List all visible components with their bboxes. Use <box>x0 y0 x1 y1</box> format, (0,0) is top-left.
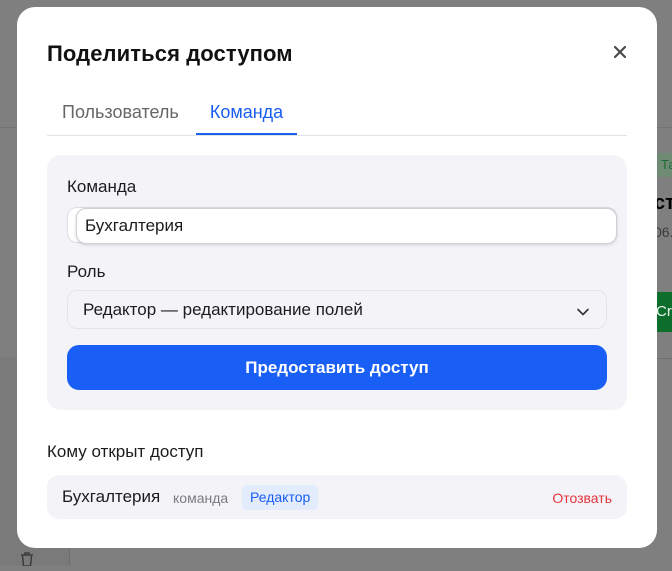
access-entry-type: команда <box>173 490 229 506</box>
chevron-down-icon <box>576 304 590 316</box>
team-input[interactable] <box>76 208 617 244</box>
access-entry-name: Бухгалтерия <box>62 487 161 506</box>
trash-icon <box>19 552 35 567</box>
role-select[interactable]: Редактор — редактирование полей <box>67 290 607 329</box>
team-label: Команда <box>67 177 137 196</box>
close-button[interactable] <box>609 43 631 65</box>
role-label: Роль <box>67 262 106 281</box>
access-list-item: Бухгалтерия команда Редактор Отозвать <box>47 475 627 519</box>
access-list-heading: Кому открыт доступ <box>47 442 204 461</box>
close-icon <box>613 45 627 63</box>
role-badge: Редактор <box>242 485 319 510</box>
tab-user[interactable]: Пользователь <box>47 95 187 135</box>
dialog-title: Поделиться доступом <box>47 41 293 66</box>
role-select-value: Редактор — редактирование полей <box>83 300 363 319</box>
grant-access-button[interactable]: Предоставить доступ <box>67 345 607 390</box>
tab-team[interactable]: Команда <box>196 95 297 135</box>
share-form: Команда Роль Редактор — редактирование п… <box>47 155 627 410</box>
share-access-dialog: Поделиться доступом Пользователь Команда… <box>17 7 657 548</box>
background-tag: Та <box>655 153 672 177</box>
team-field <box>67 207 617 244</box>
revoke-button[interactable]: Отозвать <box>552 490 612 506</box>
tab-bar: Пользователь Команда <box>47 95 627 136</box>
